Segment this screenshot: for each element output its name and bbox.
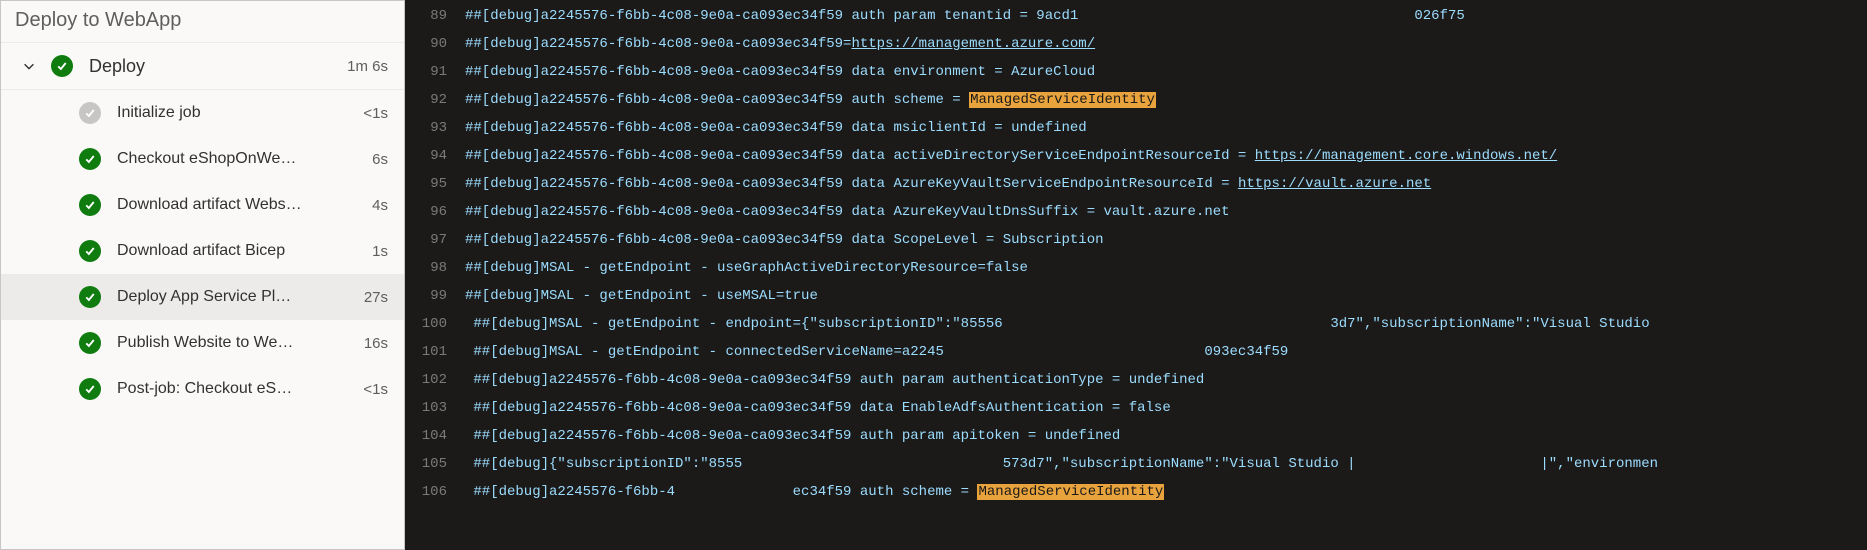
log-text: ##[debug]a2245576-f6bb-4c08-9e0a-ca093ec… (465, 422, 1120, 450)
log-link[interactable]: https://management.core.windows.net/ (1255, 148, 1557, 164)
chevron-down-icon (21, 58, 37, 74)
step-duration: 16s (364, 335, 388, 352)
success-icon (79, 194, 101, 216)
line-number: 91 (405, 58, 465, 86)
log-line: 100 ##[debug]MSAL - getEndpoint - endpoi… (405, 310, 1867, 338)
step-label: Checkout eShopOnWe… (117, 150, 364, 168)
log-line: 92##[debug]a2245576-f6bb-4c08-9e0a-ca093… (405, 86, 1867, 114)
step-label: Download artifact Webs… (117, 196, 364, 214)
step-label: Publish Website to We… (117, 334, 356, 352)
step-label: Initialize job (117, 104, 355, 122)
log-line: 90##[debug]a2245576-f6bb-4c08-9e0a-ca093… (405, 30, 1867, 58)
log-text: ##[debug]MSAL - getEndpoint - useGraphAc… (465, 254, 1028, 282)
success-icon (79, 148, 101, 170)
success-icon (79, 286, 101, 308)
log-line: 103 ##[debug]a2245576-f6bb-4c08-9e0a-ca0… (405, 394, 1867, 422)
log-line: 95##[debug]a2245576-f6bb-4c08-9e0a-ca093… (405, 170, 1867, 198)
line-number: 97 (405, 226, 465, 254)
log-text: ##[debug]MSAL - getEndpoint - endpoint={… (465, 310, 1658, 338)
line-number: 98 (405, 254, 465, 282)
step-duration: <1s (363, 105, 388, 122)
line-number: 106 (405, 478, 465, 506)
log-text: ##[debug]a2245576-f6bb-4c08-9e0a-ca093ec… (465, 142, 1557, 170)
success-icon (79, 332, 101, 354)
line-number: 104 (405, 422, 465, 450)
log-text: ##[debug]a2245576-f6bb-4c08-9e0a-ca093ec… (465, 394, 1171, 422)
step-duration: 1s (372, 243, 388, 260)
log-line: 98##[debug]MSAL - getEndpoint - useGraph… (405, 254, 1867, 282)
log-line: 96##[debug]a2245576-f6bb-4c08-9e0a-ca093… (405, 198, 1867, 226)
line-number: 95 (405, 170, 465, 198)
step-duration: 4s (372, 197, 388, 214)
log-text: ##[debug]a2245576-f6bb-4c08-9e0a-ca093ec… (465, 30, 1095, 58)
step-duration: <1s (363, 381, 388, 398)
log-text: ##[debug]a2245576-f6bb-4c08-9e0a-ca093ec… (465, 366, 1204, 394)
skipped-icon (79, 102, 101, 124)
success-icon (79, 240, 101, 262)
log-text: ##[debug]a2245576-f6bb-4c08-9e0a-ca093ec… (465, 170, 1431, 198)
line-number: 100 (405, 310, 465, 338)
log-line: 106 ##[debug]a2245576-f6bb-4 ec34f59 aut… (405, 478, 1867, 506)
log-line: 97##[debug]a2245576-f6bb-4c08-9e0a-ca093… (405, 226, 1867, 254)
log-text: ##[debug]{"subscriptionID":"8555 573d7",… (465, 450, 1658, 478)
log-line: 91##[debug]a2245576-f6bb-4c08-9e0a-ca093… (405, 58, 1867, 86)
success-icon (79, 378, 101, 400)
log-text: ##[debug]a2245576-f6bb-4c08-9e0a-ca093ec… (465, 86, 1156, 114)
line-number: 93 (405, 114, 465, 142)
line-number: 94 (405, 142, 465, 170)
step-row[interactable]: Deploy App Service Pl… 27s (1, 274, 404, 320)
step-row[interactable]: Checkout eShopOnWe… 6s (1, 136, 404, 182)
line-number: 89 (405, 2, 465, 30)
log-text: ##[debug]a2245576-f6bb-4 ec34f59 auth sc… (465, 478, 1164, 506)
line-number: 92 (405, 86, 465, 114)
log-line: 105 ##[debug]{"subscriptionID":"8555 573… (405, 450, 1867, 478)
step-row[interactable]: Post-job: Checkout eS… <1s (1, 366, 404, 412)
log-text: ##[debug]MSAL - getEndpoint - connectedS… (465, 338, 1288, 366)
job-duration: 1m 6s (347, 58, 388, 75)
success-icon (51, 55, 73, 77)
step-row[interactable]: Publish Website to We… 16s (1, 320, 404, 366)
log-line: 89##[debug]a2245576-f6bb-4c08-9e0a-ca093… (405, 2, 1867, 30)
step-row[interactable]: Initialize job <1s (1, 90, 404, 136)
line-number: 99 (405, 282, 465, 310)
log-panel[interactable]: 89##[debug]a2245576-f6bb-4c08-9e0a-ca093… (405, 0, 1867, 550)
line-number: 102 (405, 366, 465, 394)
step-duration: 27s (364, 289, 388, 306)
log-line: 93##[debug]a2245576-f6bb-4c08-9e0a-ca093… (405, 114, 1867, 142)
log-line: 99##[debug]MSAL - getEndpoint - useMSAL=… (405, 282, 1867, 310)
log-link[interactable]: https://vault.azure.net (1238, 176, 1431, 192)
search-highlight: ManagedServiceIdentity (969, 92, 1156, 108)
job-row[interactable]: Deploy 1m 6s (1, 43, 404, 90)
log-line: 104 ##[debug]a2245576-f6bb-4c08-9e0a-ca0… (405, 422, 1867, 450)
log-link[interactable]: https://management.azure.com/ (851, 36, 1095, 52)
step-label: Deploy App Service Pl… (117, 288, 356, 306)
log-text: ##[debug]a2245576-f6bb-4c08-9e0a-ca093ec… (465, 2, 1465, 30)
steps-panel: Deploy to WebApp Deploy 1m 6s Initialize… (0, 0, 405, 550)
log-text: ##[debug]a2245576-f6bb-4c08-9e0a-ca093ec… (465, 58, 1095, 86)
log-text: ##[debug]a2245576-f6bb-4c08-9e0a-ca093ec… (465, 114, 1087, 142)
job-name: Deploy (89, 56, 347, 77)
log-text: ##[debug]a2245576-f6bb-4c08-9e0a-ca093ec… (465, 198, 1230, 226)
log-line: 102 ##[debug]a2245576-f6bb-4c08-9e0a-ca0… (405, 366, 1867, 394)
line-number: 96 (405, 198, 465, 226)
search-highlight: ManagedServiceIdentity (977, 484, 1164, 500)
step-label: Download artifact Bicep (117, 242, 364, 260)
log-line: 101 ##[debug]MSAL - getEndpoint - connec… (405, 338, 1867, 366)
step-duration: 6s (372, 151, 388, 168)
log-line: 94##[debug]a2245576-f6bb-4c08-9e0a-ca093… (405, 142, 1867, 170)
line-number: 105 (405, 450, 465, 478)
panel-title: Deploy to WebApp (1, 1, 404, 43)
log-text: ##[debug]MSAL - getEndpoint - useMSAL=tr… (465, 282, 818, 310)
log-text: ##[debug]a2245576-f6bb-4c08-9e0a-ca093ec… (465, 226, 1104, 254)
step-row[interactable]: Download artifact Bicep 1s (1, 228, 404, 274)
line-number: 101 (405, 338, 465, 366)
line-number: 103 (405, 394, 465, 422)
line-number: 90 (405, 30, 465, 58)
step-row[interactable]: Download artifact Webs… 4s (1, 182, 404, 228)
steps-list: Initialize job <1s Checkout eShopOnWe… 6s Do… (1, 90, 404, 412)
step-label: Post-job: Checkout eS… (117, 380, 355, 398)
